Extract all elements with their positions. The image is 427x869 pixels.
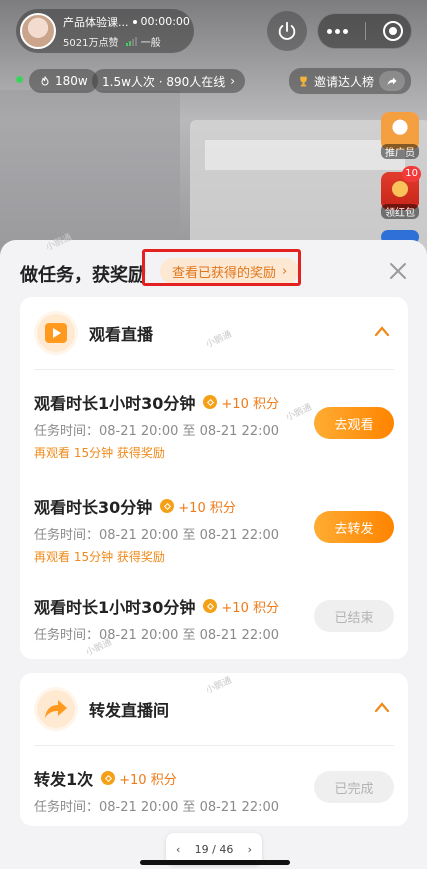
red-packet-badge: 10 xyxy=(402,166,421,182)
points-icon xyxy=(203,395,218,409)
section-watch-live: 观看直播 观看时长1小时30分钟 +10 积分 任务时间：08-21 20:00… xyxy=(20,297,408,659)
red-packet-label: 领红包 xyxy=(381,204,419,219)
close-icon[interactable] xyxy=(388,261,408,281)
network-indicator: 一般 xyxy=(126,34,161,49)
signal-icon xyxy=(126,36,138,46)
go-watch-button[interactable]: 去观看 xyxy=(314,407,394,439)
online-count-text: 1.5w人次 · 890人在线 xyxy=(102,74,226,89)
status-dot-icon xyxy=(132,19,137,24)
online-count-pill[interactable]: 1.5w人次 · 890人在线 › xyxy=(92,69,246,93)
points-icon xyxy=(203,599,218,613)
task-tip: 再观看 15分钟 获得奖励 xyxy=(34,446,165,460)
red-packet-widget[interactable]: 领红包 10 xyxy=(381,166,421,219)
divider xyxy=(34,369,394,370)
divider xyxy=(34,745,394,746)
chevron-right-icon: › xyxy=(230,74,236,88)
highlight-annotation xyxy=(142,249,301,286)
section-title: 转发直播间 xyxy=(89,701,170,720)
live-timer: 00:00:00 xyxy=(140,15,190,28)
task-title: 转发1次 xyxy=(34,770,94,789)
invite-ranking-pill[interactable]: 邀请达人榜 xyxy=(289,68,411,94)
home-indicator xyxy=(140,860,290,865)
section-share-live: 转发直播间 转发1次 +10 积分 任务时间：08-21 20:00 至 08-… xyxy=(20,673,408,826)
host-avatar[interactable] xyxy=(20,13,56,49)
task-points: +10 积分 xyxy=(178,500,236,516)
page-number: 19 / 46 xyxy=(194,842,234,856)
miniprogram-capsule xyxy=(317,13,412,49)
more-icon[interactable] xyxy=(326,28,348,34)
power-icon xyxy=(278,21,296,40)
invite-ranking-label: 邀请达人榜 xyxy=(314,74,375,89)
host-name: 产品体验课... xyxy=(63,15,129,29)
ended-button: 已结束 xyxy=(314,600,394,632)
promoter-label: 推广员 xyxy=(381,144,419,159)
task-title: 观看时长1小时30分钟 xyxy=(34,394,196,413)
chevron-up-icon[interactable] xyxy=(374,701,390,713)
sheet-title: 做任务，获奖励 xyxy=(20,265,146,286)
task-item: 观看时长1小时30分钟 +10 积分 任务时间：08-21 20:00 至 08… xyxy=(20,390,408,488)
like-count: 5021万点赞 xyxy=(63,37,119,49)
task-item: 观看时长30分钟 +10 积分 任务时间：08-21 20:00 至 08-21… xyxy=(20,494,408,592)
promoter-widget[interactable]: 推广员 xyxy=(381,112,419,159)
trophy-icon xyxy=(300,76,307,86)
task-sheet: 做任务，获奖励 查看已获得的奖励 › 观看直播 观看时长1小时30分钟 +10 … xyxy=(0,233,427,869)
task-item: 转发1次 +10 积分 任务时间：08-21 20:00 至 08-21 22:… xyxy=(20,766,408,826)
task-tip: 再观看 15分钟 获得奖励 xyxy=(34,550,165,564)
completed-button: 已完成 xyxy=(314,771,394,803)
go-share-button[interactable]: 去转发 xyxy=(314,511,394,543)
chevron-right-icon[interactable]: › xyxy=(248,843,252,856)
points-icon xyxy=(101,771,116,785)
task-title: 观看时长1小时30分钟 xyxy=(34,598,196,617)
power-button[interactable] xyxy=(267,11,307,51)
forward-arrow-icon xyxy=(34,687,78,731)
popularity-pill: 180w xyxy=(29,69,98,93)
task-points: +10 积分 xyxy=(221,396,279,412)
chevron-left-icon[interactable]: ‹ xyxy=(176,843,180,856)
share-icon[interactable] xyxy=(379,71,405,91)
task-points: +10 积分 xyxy=(119,772,177,788)
flame-icon xyxy=(41,76,49,86)
close-miniprogram-icon[interactable] xyxy=(382,21,403,41)
network-label: 一般 xyxy=(140,37,161,49)
points-icon xyxy=(160,499,175,513)
section-title: 观看直播 xyxy=(89,325,154,344)
task-item: 观看时长1小时30分钟 +10 积分 任务时间：08-21 20:00 至 08… xyxy=(20,594,408,654)
play-video-icon xyxy=(34,311,78,355)
task-points: +10 积分 xyxy=(221,600,279,616)
task-title: 观看时长30分钟 xyxy=(34,498,153,517)
live-dot-icon xyxy=(16,76,23,83)
popularity-value: 180w xyxy=(55,74,88,88)
chevron-up-icon[interactable] xyxy=(374,325,390,337)
host-info-pill[interactable]: 产品体验课... 00:00:00 5021万点赞 一般 xyxy=(16,9,194,53)
